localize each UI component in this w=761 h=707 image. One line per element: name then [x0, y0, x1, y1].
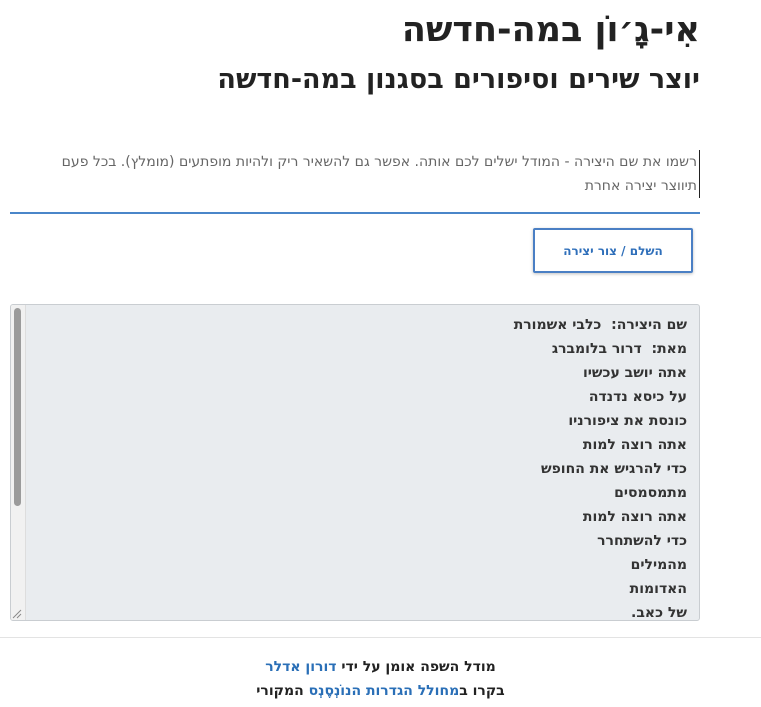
prompt-placeholder: רשמו את שם היצירה - המודל ישלים לכם אותה… — [37, 150, 700, 198]
footer-credit: מודל השפה אומן על ידי דורון אדלר — [0, 655, 761, 679]
output-line: שם היצירה: כלבי אשמורת — [513, 317, 687, 333]
page-subtitle: יוצר שירים וסיפורים בסגנון במה-חדשה — [217, 64, 700, 95]
prompt-placeholder-line-2: תיווצר יצירה אחרת — [584, 178, 697, 194]
original-generator-link[interactable]: מחולל הגדרות הנוֹנְסֶנְס — [309, 683, 460, 699]
prompt-placeholder-line-1: רשמו את שם היצירה - המודל ישלים לכם אותה… — [61, 154, 697, 170]
output-line: כדי להרגיש את החופש — [540, 461, 687, 477]
footer: מודל השפה אומן על ידי דורון אדלר בקרו במ… — [0, 655, 761, 703]
author-link[interactable]: דורון אדלר — [265, 659, 336, 675]
output-line: אתה יושב עכשיו — [582, 365, 687, 381]
output-line: מהמילים — [630, 557, 687, 573]
output-line: כונסת את ציפורניו — [568, 413, 687, 429]
output-line: של כאב. — [631, 605, 687, 621]
output-line: על כיסא נדנדה — [588, 389, 687, 405]
output-line: כדי להשתחרר — [597, 533, 687, 549]
output-line: האדומות — [629, 581, 687, 597]
output-scrollbar-thumb[interactable] — [14, 308, 21, 506]
footer-divider — [0, 637, 761, 638]
output-line: אתה רוצה למות — [582, 437, 687, 453]
footer-credit-text: מודל השפה אומן על ידי — [341, 659, 496, 675]
page-title: אִי-גָ׳וֹן במה-חדשה — [401, 10, 700, 50]
prompt-input[interactable]: רשמו את שם היצירה - המודל ישלים לכם אותה… — [10, 146, 700, 214]
output-line: אתה רוצה למות — [582, 509, 687, 525]
output-line: מאת: דרור בלומברג — [551, 341, 687, 357]
output-line: מתמסמסים — [614, 485, 687, 501]
footer-visit: בקרו במחולל הגדרות הנוֹנְסֶנְס המקורי — [0, 679, 761, 703]
output-text: שם היצירה: כלבי אשמורת מאת: דרור בלומברג א… — [513, 313, 687, 621]
resize-handle-icon[interactable] — [12, 609, 22, 619]
footer-visit-suffix: המקורי — [256, 683, 304, 699]
generate-button[interactable]: השלם / צור יצירה — [533, 228, 693, 273]
output-textarea[interactable]: שם היצירה: כלבי אשמורת מאת: דרור בלומברג א… — [10, 304, 700, 621]
footer-visit-text: בקרו ב — [459, 683, 505, 699]
output-scrollbar[interactable] — [11, 305, 26, 620]
